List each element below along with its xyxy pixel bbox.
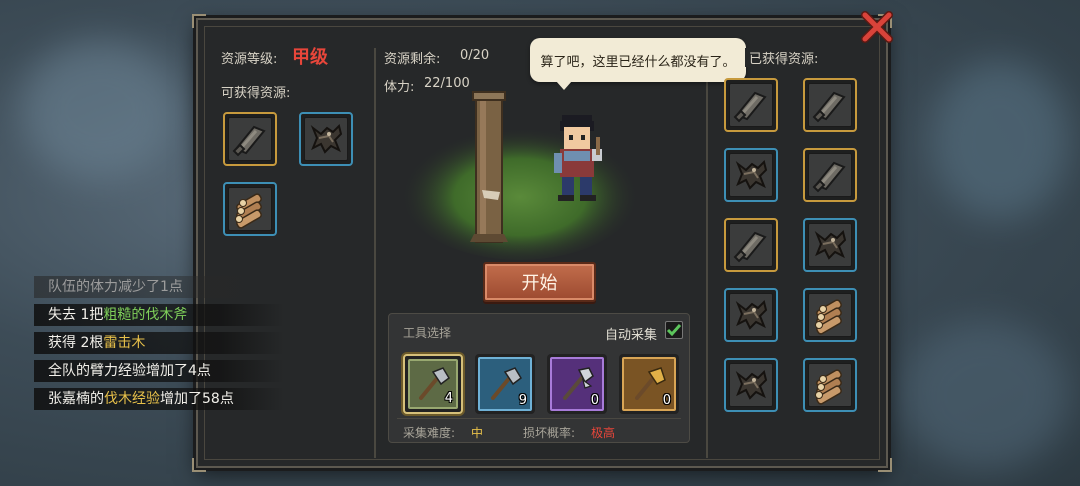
golden-axe-icon: 0 xyxy=(622,357,676,411)
panel-corner xyxy=(192,458,206,472)
log-entry: 失去 1把粗糙的伐木斧 xyxy=(34,304,284,326)
rough-wood-icon xyxy=(808,153,852,197)
difficulty-label: 采集难度: xyxy=(403,426,456,440)
background-blob xyxy=(930,60,1070,220)
thunder-wood-icon xyxy=(808,223,852,267)
log-entry: 获得 2根雷击木 xyxy=(34,332,284,354)
start-button[interactable]: 开始 xyxy=(483,262,596,302)
column-divider xyxy=(706,48,708,458)
halberd-axe-icon: 0 xyxy=(550,357,604,411)
close-icon xyxy=(861,11,893,43)
resource-slot[interactable] xyxy=(223,182,277,236)
grade-label: 资源等级: xyxy=(221,52,278,67)
obtained-resource-slot[interactable] xyxy=(724,148,778,202)
thunder-wood-icon xyxy=(304,117,348,161)
log-text: 增加了58点 xyxy=(160,391,234,407)
tool-panel-title: 工具选择 xyxy=(403,326,452,340)
log-text: 伐木经验 xyxy=(104,391,160,407)
tool-slot[interactable]: 0 xyxy=(619,354,679,414)
obtained-resource-slot[interactable] xyxy=(724,288,778,342)
log-text: 粗糙的伐木斧 xyxy=(103,307,188,323)
panel-corner xyxy=(192,14,206,28)
resource-slot[interactable] xyxy=(223,112,277,166)
tree-trunk xyxy=(470,91,508,243)
speech-bubble: 算了吧，这里已经什么都没有了。 xyxy=(530,38,746,90)
tool-slot[interactable]: 0 xyxy=(547,354,607,414)
rough-wood-icon xyxy=(729,223,773,267)
check-icon xyxy=(666,324,682,337)
obtained-resource-slot[interactable] xyxy=(803,148,857,202)
grade-value: 甲级 xyxy=(292,47,328,68)
panel-corner xyxy=(878,458,892,472)
log-text: 失去 1把 xyxy=(48,307,104,323)
auto-collect-checkbox[interactable] xyxy=(665,321,683,339)
obtained-label: 已获得资源: xyxy=(745,48,819,67)
obtained-resource-slot[interactable] xyxy=(803,288,857,342)
log-bundle-icon xyxy=(808,363,852,407)
resource-slot[interactable] xyxy=(299,112,353,166)
log-bundle-icon xyxy=(808,293,852,337)
break-chance-label: 损坏概率: xyxy=(523,426,576,440)
tool-count: 0 xyxy=(662,393,671,408)
auto-collect-label: 自动采集 xyxy=(605,328,658,343)
obtained-resource-slot[interactable] xyxy=(803,358,857,412)
obtainable-label: 可获得资源: xyxy=(221,86,291,101)
log-bundle-icon xyxy=(228,187,272,231)
rough-wood-icon xyxy=(729,83,773,127)
tool-count: 9 xyxy=(518,393,527,408)
log-text: 张嘉楠的 xyxy=(48,391,104,407)
log-entry: 全队的臂力经验增加了4点 xyxy=(34,360,284,382)
log-text: 队伍的体力减少了1点 xyxy=(48,279,183,295)
thunder-wood-icon xyxy=(729,363,773,407)
axe-icon: 4 xyxy=(408,359,458,409)
background-blob xyxy=(20,40,180,180)
log-text: 获得 2根 xyxy=(48,335,104,351)
difficulty-value: 中 xyxy=(471,426,484,440)
log-text: 雷击木 xyxy=(103,335,146,351)
tool-count: 4 xyxy=(444,391,453,406)
remaining-label: 资源剩余: xyxy=(384,52,441,67)
thunder-wood-icon xyxy=(729,153,773,197)
remaining-value: 0/20 xyxy=(460,48,490,63)
obtained-resource-slot[interactable] xyxy=(724,78,778,132)
column-divider xyxy=(374,48,376,458)
log-entry: 队伍的体力减少了1点 xyxy=(34,276,284,298)
rough-wood-icon xyxy=(228,117,272,161)
close-button[interactable] xyxy=(860,10,894,44)
break-chance-value: 极高 xyxy=(591,426,616,440)
obtained-resource-slot[interactable] xyxy=(803,78,857,132)
tool-selection-panel: 工具选择 自动采集 4 9 0 0 采集难度: 中 损坏概率: 极高 xyxy=(388,313,690,443)
thunder-wood-icon xyxy=(729,293,773,337)
tool-panel-divider xyxy=(397,418,681,419)
log-text: 全队的臂力经验增加了4点 xyxy=(48,363,211,379)
obtained-resource-slot[interactable] xyxy=(803,218,857,272)
obtained-resource-grid xyxy=(716,70,876,440)
obtained-resource-slot[interactable] xyxy=(724,358,778,412)
gathering-scene xyxy=(400,91,640,260)
obtained-resource-slot[interactable] xyxy=(724,218,778,272)
grass-patch xyxy=(400,120,640,260)
tool-slot[interactable]: 9 xyxy=(475,354,535,414)
axe-icon: 9 xyxy=(478,357,532,411)
tool-count: 0 xyxy=(590,393,599,408)
tool-slot[interactable]: 4 xyxy=(403,354,463,414)
background-blob xyxy=(900,320,1070,470)
log-entry: 张嘉楠的伐木经验增加了58点 xyxy=(34,388,284,410)
rough-wood-icon xyxy=(808,83,852,127)
